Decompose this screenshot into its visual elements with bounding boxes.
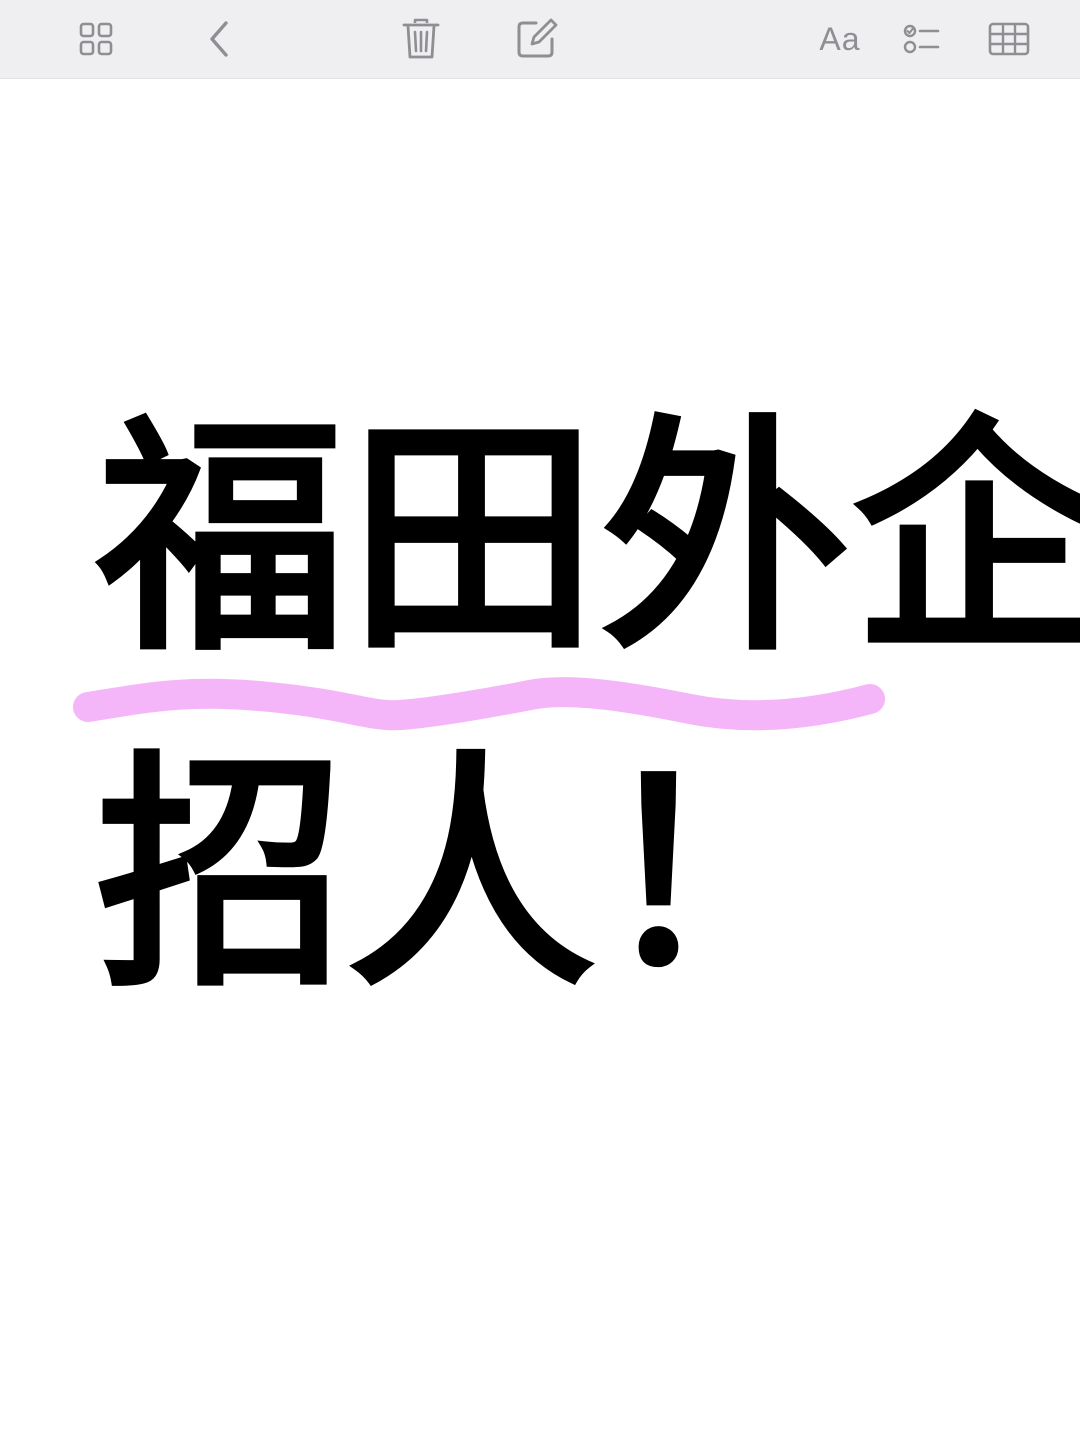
compose-icon — [517, 18, 558, 58]
text-format-icon: Aa — [819, 20, 861, 57]
table-button[interactable] — [981, 11, 1037, 67]
checklist-icon — [903, 24, 940, 54]
delete-button[interactable] — [393, 11, 449, 67]
note-body[interactable]: 福田外企 招人！ — [0, 79, 1080, 1440]
chevron-left-icon — [210, 21, 228, 57]
trash-icon — [402, 18, 440, 59]
back-button[interactable] — [192, 11, 248, 67]
table-icon — [988, 22, 1030, 56]
note-headline-line2: 招人！ — [96, 730, 846, 1021]
note-headline-line1: 福田外企 — [96, 394, 1080, 685]
checklist-button[interactable] — [894, 11, 950, 67]
note-toolbar: Aa — [0, 0, 1080, 79]
compose-button[interactable] — [508, 11, 564, 67]
gallery-view-button[interactable] — [68, 11, 124, 67]
text-format-button[interactable]: Aa — [812, 11, 868, 67]
grid-icon — [79, 22, 113, 56]
